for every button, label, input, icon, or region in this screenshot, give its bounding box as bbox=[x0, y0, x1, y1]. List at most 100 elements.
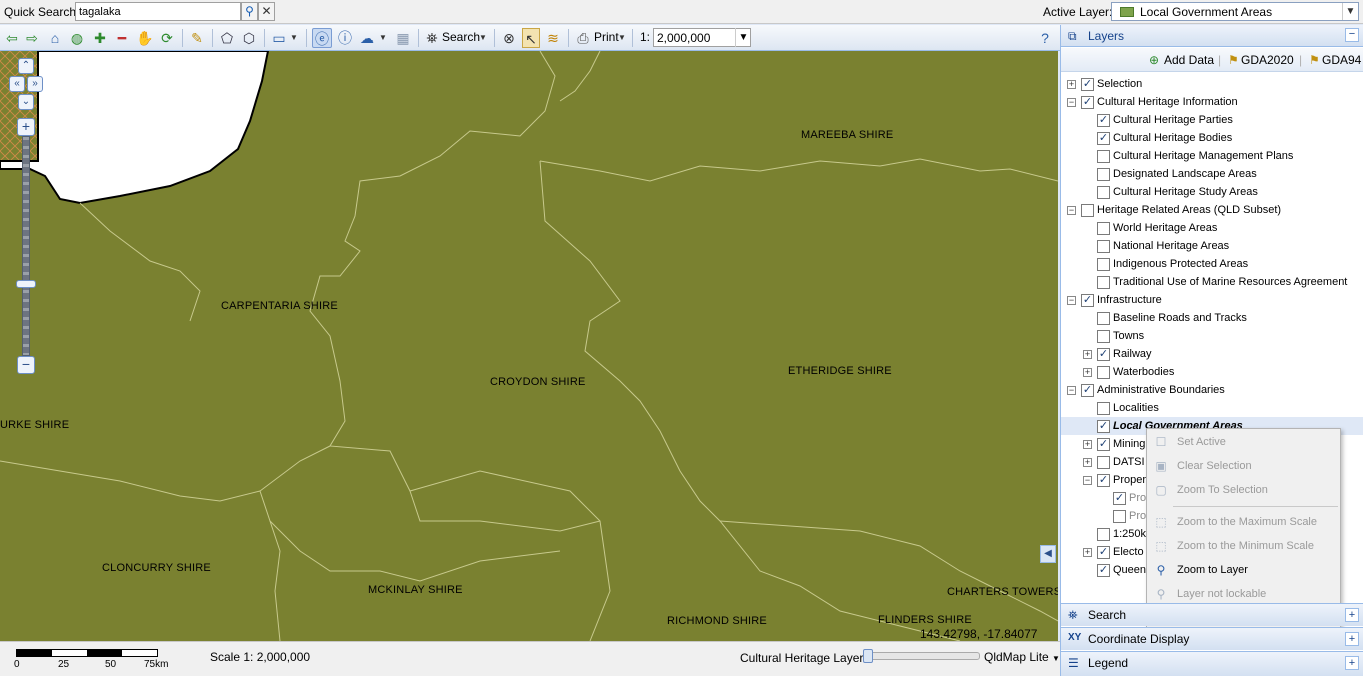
globe-icon[interactable]: ◍ bbox=[68, 28, 86, 48]
layer-checkbox[interactable] bbox=[1097, 330, 1110, 343]
layer-label[interactable]: Queen bbox=[1113, 564, 1146, 576]
expand-icon[interactable]: + bbox=[1083, 350, 1092, 359]
print-label[interactable]: Print bbox=[594, 30, 619, 44]
forward-arrow-icon[interactable]: ⇨ bbox=[24, 28, 40, 48]
pencil-icon[interactable]: ✎ bbox=[188, 28, 206, 48]
collapse-icon[interactable]: − bbox=[1067, 98, 1076, 107]
pan-left-icon[interactable]: « bbox=[9, 76, 25, 92]
collapse-icon[interactable]: − bbox=[1067, 296, 1076, 305]
layer-label[interactable]: Administrative Boundaries bbox=[1097, 384, 1225, 396]
expand-icon[interactable]: + bbox=[1083, 548, 1092, 557]
legend-panel-header[interactable]: ☰ Legend + bbox=[1061, 651, 1363, 676]
expand-icon[interactable]: + bbox=[1345, 656, 1359, 670]
layer-label[interactable]: DATSI bbox=[1113, 456, 1145, 468]
chevron-down-icon[interactable]: ▼ bbox=[378, 28, 388, 48]
chevron-down-icon[interactable]: ▼ bbox=[289, 28, 299, 48]
layer-checkbox[interactable] bbox=[1097, 366, 1110, 379]
search-panel-header[interactable]: ⛯ Search + bbox=[1061, 603, 1363, 626]
zoom-in-icon[interactable]: ✚ bbox=[92, 28, 108, 48]
expand-icon[interactable]: + bbox=[1345, 632, 1359, 646]
layer-checkbox[interactable] bbox=[1097, 546, 1110, 559]
speech-bubble-icon[interactable]: ☁ bbox=[358, 28, 376, 48]
layer-label[interactable]: Traditional Use of Marine Resources Agre… bbox=[1113, 276, 1347, 288]
layer-label[interactable]: Cultural Heritage Management Plans bbox=[1113, 150, 1293, 162]
layer-label[interactable]: Railway bbox=[1113, 348, 1152, 360]
layer-checkbox[interactable] bbox=[1097, 276, 1110, 289]
layer-label[interactable]: Heritage Related Areas (QLD Subset) bbox=[1097, 204, 1281, 216]
layer-checkbox[interactable] bbox=[1097, 348, 1110, 361]
layer-label[interactable]: Indigenous Protected Areas bbox=[1113, 258, 1248, 270]
layer-label[interactable]: Pro bbox=[1129, 492, 1146, 504]
layer-checkbox[interactable] bbox=[1097, 438, 1110, 451]
binoculars-icon[interactable]: ⛯ bbox=[424, 28, 440, 48]
close-icon[interactable]: ✕ bbox=[258, 2, 275, 21]
add-data-button[interactable]: Add Data bbox=[1164, 53, 1214, 67]
layer-label[interactable]: Proper bbox=[1113, 474, 1146, 486]
layer-label[interactable]: 1:250k bbox=[1113, 528, 1146, 540]
layer-checkbox[interactable] bbox=[1097, 474, 1110, 487]
identify-icon[interactable]: ⓔ bbox=[312, 28, 332, 48]
layer-checkbox[interactable] bbox=[1097, 564, 1110, 577]
chevron-down-icon[interactable]: ▼ bbox=[735, 28, 751, 47]
layer-checkbox[interactable] bbox=[1097, 168, 1110, 181]
pan-down-icon[interactable]: ⌄ bbox=[18, 94, 34, 110]
layer-checkbox[interactable] bbox=[1097, 222, 1110, 235]
search-tool-label[interactable]: Search bbox=[442, 30, 480, 44]
layer-checkbox[interactable] bbox=[1097, 186, 1110, 199]
layer-checkbox[interactable] bbox=[1097, 420, 1110, 433]
zoom-out-button[interactable]: − bbox=[17, 356, 35, 374]
layer-label[interactable]: Baseline Roads and Tracks bbox=[1113, 312, 1247, 324]
layers-stack-icon[interactable]: ≋ bbox=[544, 28, 562, 48]
layer-label[interactable]: World Heritage Areas bbox=[1113, 222, 1217, 234]
layer-checkbox[interactable] bbox=[1097, 456, 1110, 469]
coordinate-display-header[interactable]: XY Coordinate Display + bbox=[1061, 627, 1363, 650]
back-arrow-icon[interactable]: ⇦ bbox=[4, 28, 20, 48]
expand-icon[interactable]: + bbox=[1345, 608, 1359, 622]
layer-opacity-slider[interactable] bbox=[864, 652, 980, 660]
collapse-icon[interactable]: − bbox=[1083, 476, 1092, 485]
layer-label[interactable]: Towns bbox=[1113, 330, 1144, 342]
layer-checkbox[interactable] bbox=[1097, 240, 1110, 253]
pan-hand-icon[interactable]: ✋ bbox=[136, 28, 154, 48]
expand-icon[interactable]: + bbox=[1083, 458, 1092, 467]
select-lasso-icon[interactable]: ⬡ bbox=[240, 28, 258, 48]
layer-label[interactable]: Designated Landscape Areas bbox=[1113, 168, 1257, 180]
zoom-in-button[interactable]: + bbox=[17, 118, 35, 136]
layer-checkbox[interactable] bbox=[1081, 78, 1094, 91]
layer-label[interactable]: Electo bbox=[1113, 546, 1144, 558]
zoom-out-icon[interactable]: ━ bbox=[114, 28, 130, 48]
collapse-icon[interactable]: − bbox=[1067, 206, 1076, 215]
expand-icon[interactable]: + bbox=[1083, 440, 1092, 449]
layer-checkbox[interactable] bbox=[1081, 96, 1094, 109]
collapse-panel-icon[interactable]: ◀ bbox=[1040, 545, 1056, 563]
select-rectangle-icon[interactable]: ▭ bbox=[270, 28, 288, 48]
home-icon[interactable]: ⌂ bbox=[46, 28, 64, 48]
gda94-button[interactable]: GDA94 bbox=[1322, 53, 1361, 67]
chevron-down-icon[interactable]: ▼ bbox=[617, 28, 627, 48]
chevron-down-icon[interactable]: ▼ bbox=[478, 28, 488, 48]
layer-checkbox[interactable] bbox=[1097, 312, 1110, 325]
layer-checkbox[interactable] bbox=[1081, 204, 1094, 217]
layer-checkbox[interactable] bbox=[1097, 402, 1110, 415]
menu-item-zoom-to-layer[interactable]: ⚲ Zoom to Layer bbox=[1147, 559, 1340, 581]
search-icon[interactable]: ⚲ bbox=[241, 2, 258, 21]
zoom-slider-thumb[interactable] bbox=[16, 280, 36, 288]
layer-label[interactable]: Cultural Heritage Bodies bbox=[1113, 132, 1232, 144]
chevron-down-icon[interactable]: ▼ bbox=[1342, 3, 1358, 20]
info-icon[interactable]: ⓘ bbox=[336, 28, 354, 48]
refresh-icon[interactable]: ⟳ bbox=[158, 28, 176, 48]
layer-label[interactable]: National Heritage Areas bbox=[1113, 240, 1229, 252]
layer-checkbox[interactable] bbox=[1097, 528, 1110, 541]
layer-label[interactable]: Cultural Heritage Study Areas bbox=[1113, 186, 1258, 198]
layer-label[interactable]: Localities bbox=[1113, 402, 1159, 414]
layer-checkbox[interactable] bbox=[1097, 114, 1110, 127]
map-canvas[interactable]: MAREEBA SHIRE CARPENTARIA SHIRE CROYDON … bbox=[0, 51, 1058, 641]
layer-checkbox[interactable] bbox=[1081, 384, 1094, 397]
cursor-select-icon[interactable]: ↖ bbox=[522, 28, 540, 48]
pan-right-icon[interactable]: » bbox=[27, 76, 43, 92]
collapse-icon[interactable]: − bbox=[1345, 28, 1359, 42]
layer-label[interactable]: Infrastructure bbox=[1097, 294, 1162, 306]
expand-icon[interactable]: + bbox=[1083, 368, 1092, 377]
layer-checkbox[interactable] bbox=[1113, 510, 1126, 523]
layer-checkbox[interactable] bbox=[1097, 150, 1110, 163]
